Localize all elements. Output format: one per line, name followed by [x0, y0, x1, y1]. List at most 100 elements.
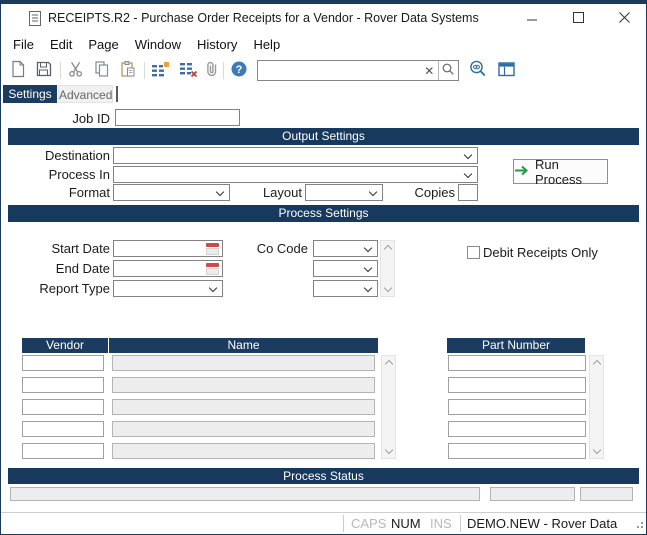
- chevron-down-icon: [369, 188, 377, 196]
- title-bar: RECEIPTS.R2 - Purchase Order Receipts fo…: [1, 4, 646, 32]
- scroll-up-icon[interactable]: [385, 360, 393, 368]
- close-button[interactable]: [601, 4, 647, 32]
- chevron-down-icon: [364, 284, 372, 292]
- end-date-label: End Date: [0, 261, 110, 277]
- process-in-select[interactable]: [113, 166, 478, 183]
- tab-settings[interactable]: Settings: [3, 85, 57, 103]
- copies-input[interactable]: [459, 186, 477, 201]
- name-cell: [112, 421, 375, 437]
- job-id-input[interactable]: [116, 111, 239, 126]
- vendor-column-header: Vendor: [22, 338, 108, 353]
- help-button[interactable]: ?: [227, 58, 251, 82]
- menu-history[interactable]: History: [197, 37, 237, 52]
- calendar-icon[interactable]: [206, 263, 219, 275]
- layout-select[interactable]: [305, 184, 383, 201]
- part-number-cell: [448, 443, 586, 459]
- num-lock-indicator: NUM: [391, 513, 421, 534]
- resize-grip[interactable]: [634, 517, 644, 532]
- menu-page[interactable]: Page: [88, 37, 118, 52]
- lookup-preview-button[interactable]: [466, 58, 490, 82]
- part-number-input-3[interactable]: [449, 401, 585, 415]
- vendor-input-3[interactable]: [23, 401, 103, 415]
- part-number-input-1[interactable]: [449, 357, 585, 371]
- report-type-select[interactable]: [113, 280, 223, 297]
- name-column-header: Name: [109, 338, 378, 353]
- vendor-input-1[interactable]: [23, 357, 103, 371]
- paste-icon: [119, 60, 137, 81]
- svg-text:?: ?: [236, 64, 243, 76]
- scroll-up-icon[interactable]: [593, 360, 601, 368]
- scroll-down-icon[interactable]: [593, 446, 601, 454]
- maximize-button[interactable]: [555, 4, 601, 32]
- tab-advanced[interactable]: Advanced: [58, 85, 113, 103]
- toolbar-separator: [144, 62, 145, 79]
- part-grid-scrollbar[interactable]: [589, 355, 604, 459]
- process-status-field-2: [490, 487, 575, 501]
- start-date-input[interactable]: [114, 242, 204, 257]
- menu-window[interactable]: Window: [135, 37, 181, 52]
- clear-search-icon[interactable]: ✕: [421, 64, 438, 78]
- destination-select[interactable]: [113, 147, 478, 164]
- vendor-cell: [22, 377, 104, 393]
- scroll-up-icon[interactable]: [384, 245, 392, 253]
- name-cell: [112, 443, 375, 459]
- run-process-label: Run Process: [535, 157, 607, 187]
- layout-icon: [497, 60, 516, 81]
- delete-row-icon: [178, 60, 198, 81]
- menu-help[interactable]: Help: [253, 37, 280, 52]
- format-select[interactable]: [113, 184, 230, 201]
- menu-file[interactable]: File: [13, 37, 34, 52]
- minimize-icon: [527, 11, 538, 26]
- part-number-input-4[interactable]: [449, 423, 585, 437]
- run-process-button[interactable]: Run Process: [513, 159, 608, 184]
- end-date-input[interactable]: [114, 262, 204, 277]
- insert-row-button[interactable]: [148, 58, 172, 82]
- report-type-label: Report Type: [0, 281, 110, 297]
- magnifier-eye-icon: [468, 59, 488, 82]
- vendor-input-2[interactable]: [23, 379, 103, 393]
- menu-edit[interactable]: Edit: [50, 37, 72, 52]
- part-number-input-5[interactable]: [449, 445, 585, 459]
- co-code-scrollbar[interactable]: [380, 240, 395, 297]
- scissors-icon: [67, 60, 85, 81]
- vendor-input-4[interactable]: [23, 423, 103, 437]
- delete-row-button[interactable]: [176, 58, 200, 82]
- paste-button[interactable]: [116, 58, 140, 82]
- close-icon: [619, 11, 630, 26]
- minimize-button[interactable]: [509, 4, 555, 32]
- co-code-label: Co Code: [228, 241, 308, 257]
- job-id-field: [115, 109, 240, 126]
- app-window: RECEIPTS.R2 - Purchase Order Receipts fo…: [0, 0, 647, 535]
- search-button[interactable]: [438, 61, 458, 80]
- part-number-cell: [448, 355, 586, 371]
- part-number-column-header: Part Number: [447, 338, 585, 353]
- part-number-input-2[interactable]: [449, 379, 585, 393]
- debit-receipts-checkbox[interactable]: [467, 246, 480, 259]
- chevron-down-icon: [364, 264, 372, 272]
- cut-button[interactable]: [64, 58, 88, 82]
- co-code-select-3[interactable]: [313, 280, 378, 297]
- format-label: Format: [0, 185, 110, 201]
- save-icon: [35, 60, 53, 81]
- new-document-icon: [9, 60, 27, 81]
- search-input[interactable]: [258, 62, 421, 79]
- new-button[interactable]: [6, 58, 30, 82]
- vendor-input-5[interactable]: [23, 445, 103, 459]
- vendor-grid-scrollbar[interactable]: [381, 355, 396, 459]
- process-status-header: Process Status: [8, 468, 639, 484]
- scroll-down-icon[interactable]: [384, 284, 392, 292]
- status-separator: [460, 515, 461, 532]
- co-code-select-2[interactable]: [313, 260, 378, 277]
- layout-label: Layout: [232, 185, 302, 201]
- calendar-icon[interactable]: [206, 243, 219, 255]
- process-status-field-3: [580, 487, 633, 501]
- end-date-field: [113, 260, 223, 277]
- attachment-button[interactable]: [200, 58, 224, 82]
- copy-button[interactable]: [90, 58, 114, 82]
- layout-view-button[interactable]: [494, 58, 518, 82]
- insert-row-icon: [150, 60, 170, 81]
- co-code-select-1[interactable]: [313, 240, 378, 257]
- scroll-down-icon[interactable]: [385, 446, 393, 454]
- name-cell: [112, 355, 375, 371]
- save-button[interactable]: [32, 58, 56, 82]
